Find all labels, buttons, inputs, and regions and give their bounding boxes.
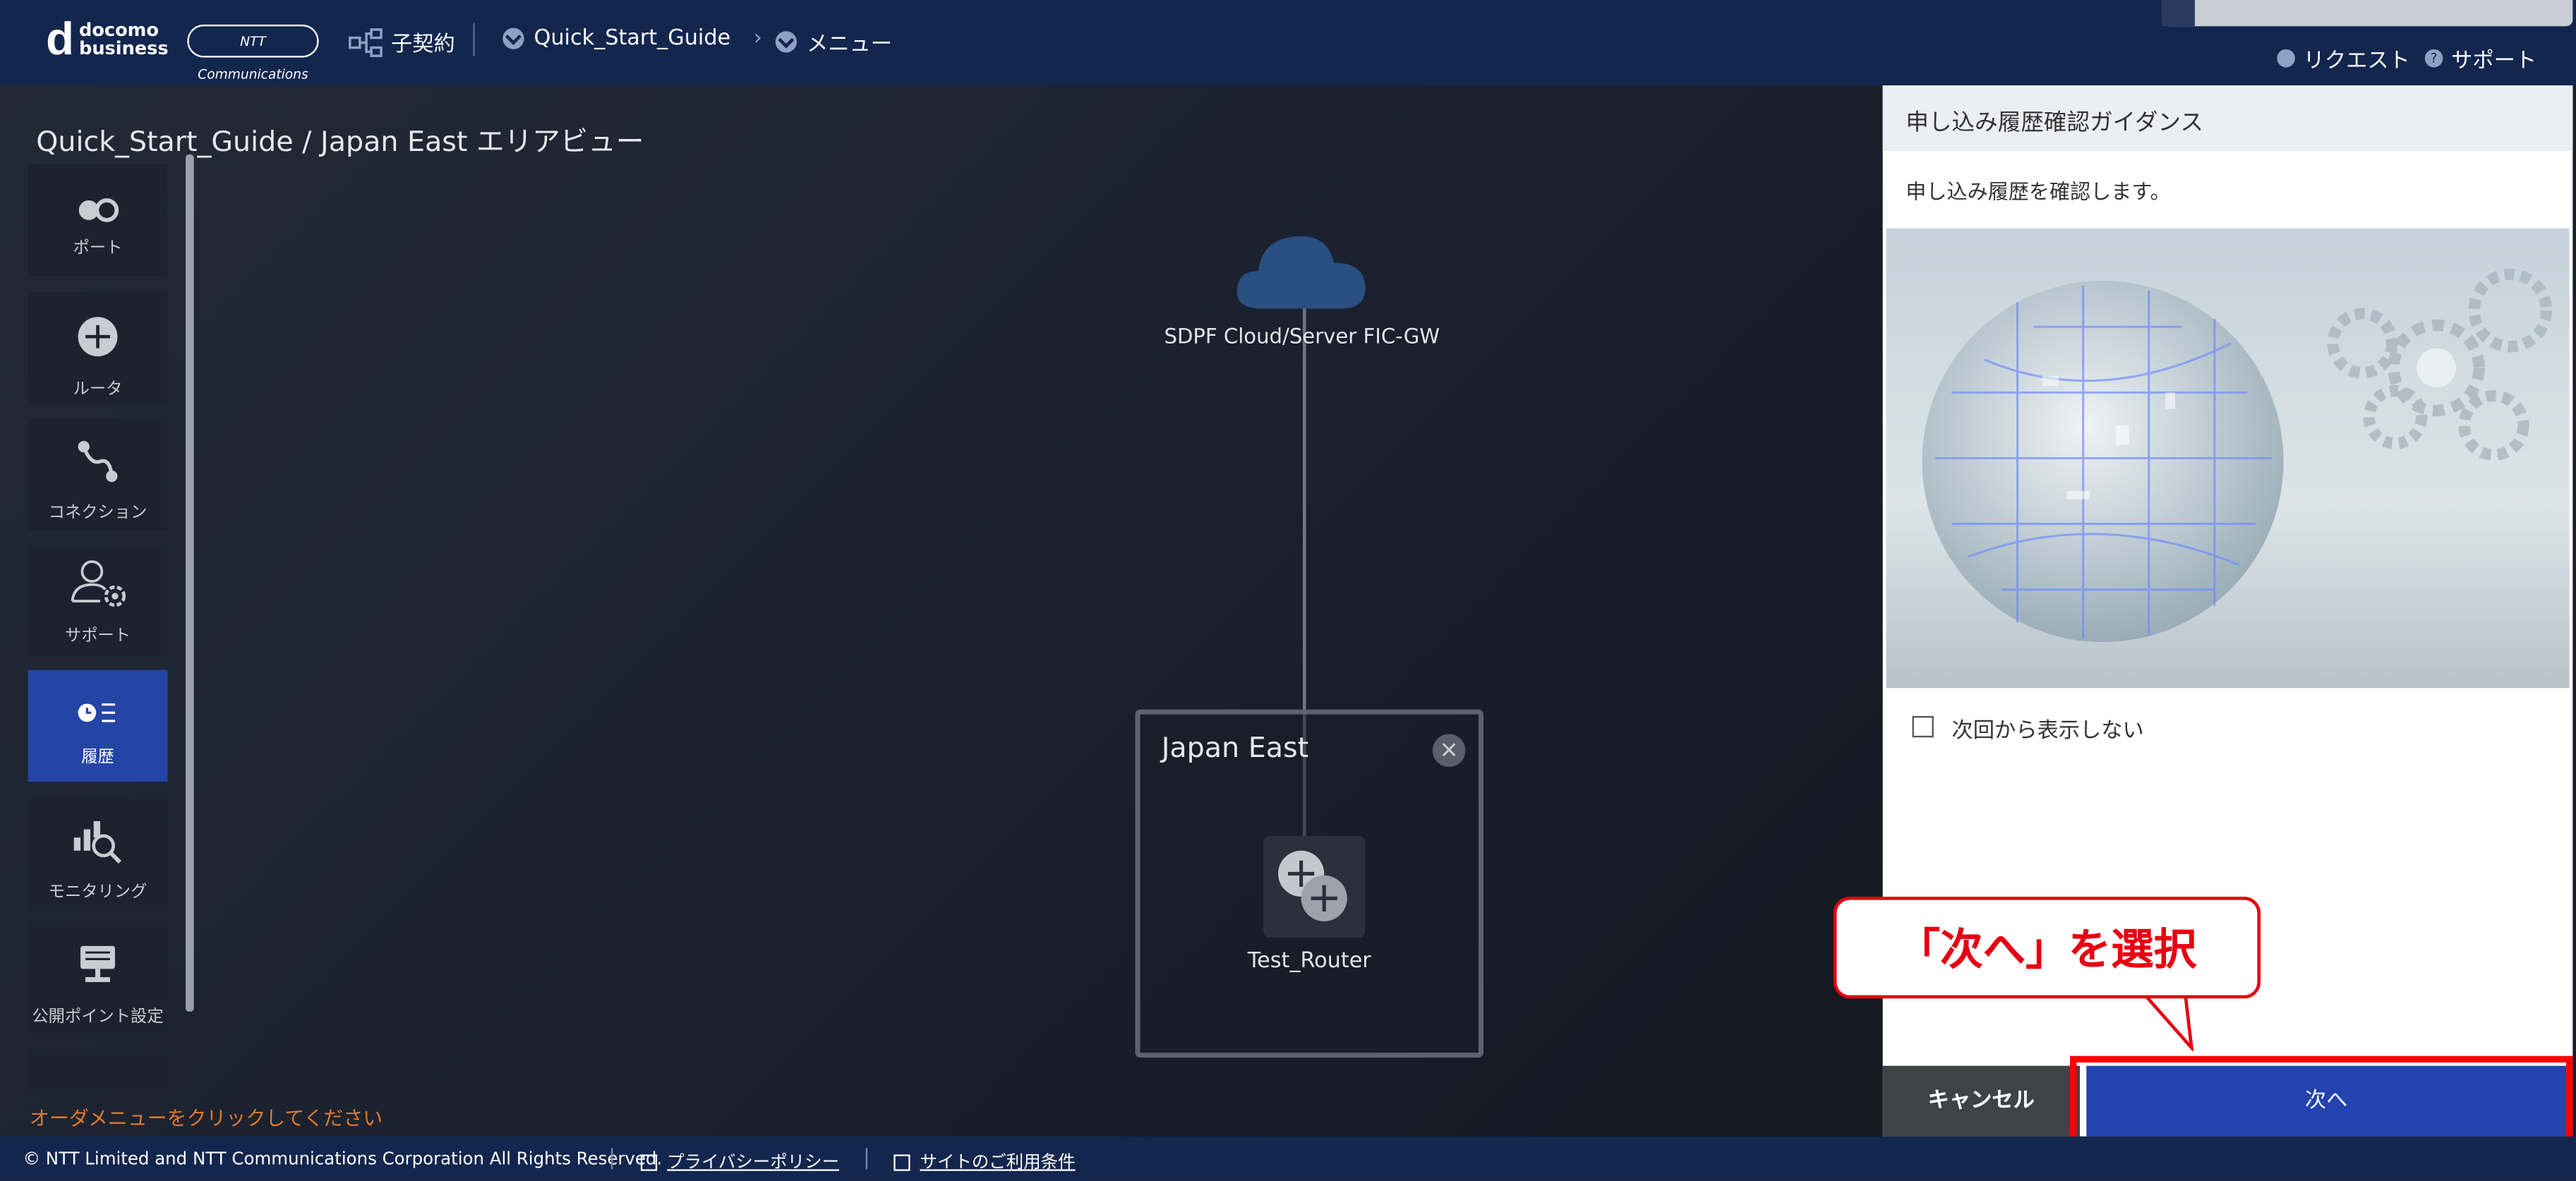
contract-menu[interactable]: 子契約 (348, 26, 455, 57)
guidance-image (1886, 228, 2570, 689)
external-link-icon (640, 1154, 658, 1171)
user-account[interactable] (2162, 0, 2573, 27)
close-icon[interactable]: × (1432, 734, 1466, 768)
area-view-canvas: Quick_Start_Guide / Japan East エリアビュー ポー… (0, 85, 1883, 1137)
chevron-down-icon (502, 28, 524, 49)
panel-header: 申し込み履歴確認ガイダンス (1882, 85, 2573, 152)
ntt-logo: NTT Communications (187, 24, 319, 82)
dont-show-again-label: 次回から表示しない (1951, 719, 2144, 744)
breadcrumb-menu[interactable]: メニュー (775, 26, 892, 57)
connection-icon (78, 441, 118, 483)
public-point-icon (80, 945, 115, 983)
divider (865, 1148, 868, 1170)
menu-item-more[interactable] (28, 1050, 168, 1091)
callout-tail (2141, 991, 2194, 1051)
request-link[interactable]: リクエスト (2277, 43, 2410, 74)
privacy-policy-link[interactable]: プライバシーポリシー (640, 1149, 839, 1174)
bell-icon (2277, 49, 2295, 68)
router-icon (78, 317, 118, 357)
terms-of-use-link[interactable]: サイトのご利用条件 (893, 1149, 1076, 1174)
port-icon (78, 198, 119, 222)
docomo-business-logo[interactable]: d docomo business (46, 16, 168, 62)
support-link[interactable]: ? サポート (2424, 43, 2536, 74)
menu-item-monitoring[interactable]: モニタリング (28, 798, 168, 910)
menu-item-connection[interactable]: コネクション (28, 418, 168, 531)
user-icon (2162, 0, 2195, 27)
copyright-text: © NTT Limited and NTT Communications Cor… (23, 1149, 663, 1170)
router-icon (1278, 850, 1347, 921)
history-icon (78, 703, 115, 722)
callout-text: 「次へ」を選択 (1897, 926, 2197, 976)
region-japan-east[interactable]: Japan East × Test_Router (1135, 709, 1484, 1058)
dont-show-again-checkbox[interactable] (1912, 715, 1934, 738)
help-icon: ? (2424, 49, 2443, 68)
panel-title: 申し込み履歴確認ガイダンス (1906, 109, 2203, 137)
divider (473, 23, 475, 56)
region-title: Japan East (1161, 732, 1309, 765)
breadcrumb-project[interactable]: Quick_Start_Guide › (502, 26, 762, 51)
monitoring-icon (73, 820, 121, 864)
router-node[interactable] (1263, 835, 1366, 938)
cloud-label: SDPF Cloud/Server FIC-GW (1164, 323, 1440, 349)
highlight-box (2070, 1055, 2573, 1149)
chevron-down-icon (775, 31, 797, 53)
router-label: Test_Router (1247, 949, 1371, 974)
page-title: Quick_Start_Guide / Japan East エリアビュー (36, 126, 644, 159)
menu-item-support[interactable]: サポート (28, 545, 168, 658)
divider (610, 1148, 613, 1170)
breadcrumb-arrow-icon: › (753, 26, 762, 52)
panel-description: 申し込み履歴を確認します。 (1906, 178, 2171, 204)
menu-item-port[interactable]: ポート (28, 164, 168, 277)
hierarchy-icon (349, 27, 383, 56)
menu-item-history[interactable]: 履歴 (28, 670, 168, 782)
support-icon (71, 560, 126, 607)
external-link-icon (893, 1154, 910, 1171)
menu-item-router[interactable]: ルータ (28, 292, 168, 404)
callout-annotation: 「次へ」を選択 (1833, 896, 2261, 999)
footer: © NTT Limited and NTT Communications Cor… (0, 1136, 2576, 1181)
menu-item-public-point[interactable]: 公開ポイント設定 (28, 923, 168, 1035)
hint-text: オーダメニューをクリックしてください (29, 1106, 383, 1130)
cloud-icon[interactable] (1232, 226, 1371, 315)
cancel-button[interactable]: キャンセル (1882, 1065, 2080, 1137)
top-header: d docomo business NTT Communications 子契約… (0, 0, 2576, 86)
side-menu-scrollbar[interactable] (186, 154, 194, 1012)
